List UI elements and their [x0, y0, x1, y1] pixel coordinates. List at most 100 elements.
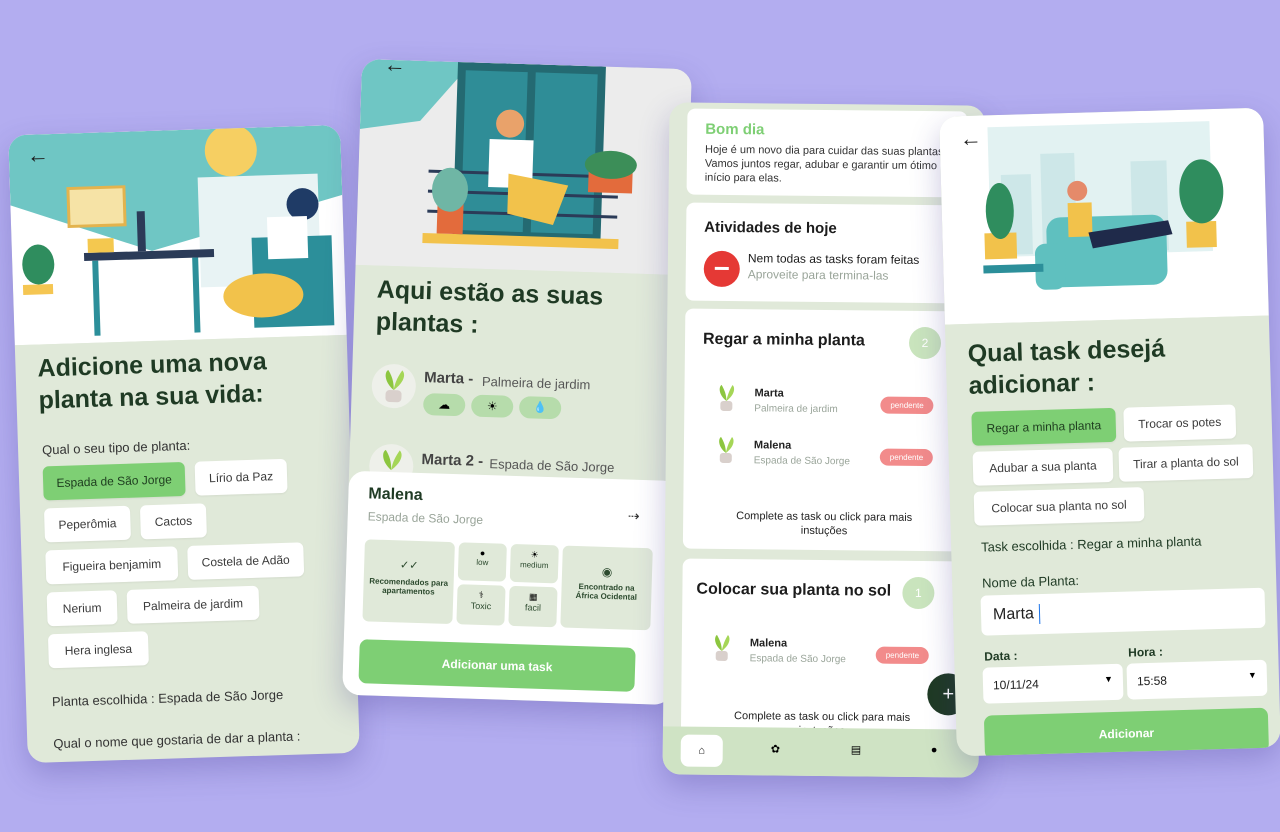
- plant-name-value: Marta: [992, 605, 1035, 624]
- plant-name: Marta 2 -: [421, 451, 484, 470]
- balcony-illustration: [355, 58, 692, 276]
- time-select[interactable]: 15:58 ▼: [1126, 659, 1268, 700]
- date-value: 10/11/24: [992, 677, 1040, 693]
- plant-species: Palmeira de jardim: [481, 373, 591, 393]
- task-plant-name: Marta: [754, 387, 784, 400]
- chip-nerium[interactable]: Nerium: [46, 590, 118, 627]
- add-task-button[interactable]: Adicionar uma task: [358, 639, 636, 692]
- task-title: Regar a minha planta: [702, 330, 865, 350]
- alert-subtitle: Aproveite para termina-las: [747, 267, 889, 283]
- task-plant-species: Palmeira de jardim: [754, 403, 838, 416]
- chevron-down-icon: ▼: [1247, 669, 1257, 681]
- task-plant-species: Espada de São Jorge: [749, 653, 846, 666]
- task-plant-name: Malena: [749, 637, 788, 650]
- recommended-text: Recomendados para apartamentos: [369, 576, 449, 597]
- greeting-text: Hoje é um novo dia para cuidar das suas …: [704, 143, 947, 185]
- info-origin: ◉ Encontrado na África Ocidental: [560, 545, 653, 631]
- bottom-nav: ⌂ ✿ ▤ ●: [662, 726, 979, 778]
- alert-title: Nem todas as tasks foram feitas: [747, 251, 920, 267]
- screen-add-plant: ← Adicione uma nova planta na sua vida: …: [8, 124, 360, 764]
- info-recommended: ✓✓ Recomendados para apartamentos: [362, 539, 455, 625]
- today-title: Atividades de hoje: [704, 218, 837, 238]
- potted-plant-icon: [719, 436, 734, 464]
- chip-lirio[interactable]: Lírio da Paz: [194, 458, 288, 496]
- date-select[interactable]: 10/11/24 ▼: [982, 663, 1124, 704]
- potted-plant-icon: [719, 384, 735, 412]
- status-badge: pendente: [880, 396, 934, 415]
- back-arrow-icon[interactable]: ←: [26, 142, 49, 168]
- info-difficulty: ▦ facil: [508, 585, 558, 628]
- screen-my-plants: ← Aqui estão as suas plantas : Marta - P…: [342, 58, 692, 706]
- screen-add-task: ← Qual task desejá adicionar : Regar a m…: [939, 107, 1280, 757]
- task-plant-species: Espada de São Jorge: [753, 455, 851, 468]
- task-count-badge: 2: [908, 326, 942, 360]
- page-title: Aqui estão as suas plantas :: [375, 275, 604, 339]
- plant-name-label: Nome da Planta:: [981, 572, 1080, 591]
- water-text: low: [476, 557, 489, 568]
- status-badge: pendente: [875, 646, 930, 665]
- task-card[interactable]: Colocar sua planta no sol 1 Malena Espad…: [680, 558, 963, 742]
- task-card[interactable]: Regar a minha planta 2 Marta Palmeira de…: [682, 308, 966, 552]
- reading-illustration: [939, 107, 1269, 325]
- task-title: Colocar sua planta no sol: [696, 580, 892, 600]
- workspace-illustration: [8, 124, 347, 346]
- chip-colocar[interactable]: Colocar sua planta no sol: [973, 487, 1145, 526]
- potted-plant-icon: [385, 369, 405, 403]
- today-activities-card: Atividades de hoje Nem todas as tasks fo…: [685, 202, 967, 304]
- chip-cactos[interactable]: Cactos: [139, 503, 207, 540]
- chip-figueira[interactable]: Figueira benjamim: [45, 546, 179, 585]
- difficulty-text: facil: [524, 602, 542, 613]
- chip-palmeira[interactable]: Palmeira de jardim: [126, 585, 260, 624]
- plant-detail-sheet: Malena Espada de São Jorge ⇢ ✓✓ Recomend…: [342, 470, 679, 706]
- chip-tirar[interactable]: Tirar a planta do sol: [1118, 444, 1254, 482]
- task-plant-name: Malena: [753, 439, 792, 452]
- check-icon: ✓✓: [399, 559, 419, 572]
- chip-espada[interactable]: Espada de São Jorge: [42, 461, 186, 501]
- chip-trocar[interactable]: Trocar os potes: [1123, 404, 1237, 442]
- task-footer: Complete as task ou click para mais inst…: [736, 510, 913, 538]
- greeting-card: Bom dia Hoje é um novo dia para cuidar d…: [686, 108, 968, 198]
- plant-avatar: [371, 363, 417, 409]
- origin-text: Encontrado na África Ocidental: [575, 582, 638, 602]
- submit-button[interactable]: Adicionar: [983, 707, 1269, 757]
- status-badge: pendente: [879, 448, 934, 467]
- chip-peperomia[interactable]: Peperômia: [43, 505, 131, 543]
- plant-name-question: Qual o nome que gostaria de dar a planta…: [53, 728, 301, 752]
- nav-leaf-icon[interactable]: ✿: [771, 742, 780, 755]
- alert-minus-icon: [703, 250, 740, 288]
- water-care-icon: 💧: [518, 396, 562, 420]
- chip-regar[interactable]: Regar a minha planta: [971, 407, 1117, 446]
- date-label: Data :: [984, 648, 1018, 664]
- chip-costela[interactable]: Costela de Adão: [187, 542, 305, 580]
- screen-home: Bom dia Hoje é um novo dia para cuidar d…: [662, 102, 986, 778]
- greeting-title: Bom dia: [705, 120, 765, 139]
- info-toxic: ⚕ Toxic: [456, 584, 506, 626]
- plant-type-label: Qual o seu tipo de planta:: [41, 437, 191, 458]
- info-sun: ☀ medium: [509, 543, 559, 584]
- sheet-plant-name: Malena: [368, 485, 423, 505]
- plant-name-input[interactable]: Marta: [980, 587, 1266, 636]
- plant-name: Marta -: [423, 369, 474, 388]
- plant-species: Espada de São Jorge: [489, 456, 615, 476]
- nav-home-icon[interactable]: ⌂: [680, 734, 723, 767]
- chevron-down-icon: ▼: [1103, 674, 1114, 685]
- time-value: 15:58: [1136, 673, 1168, 689]
- text-cursor: [1038, 604, 1041, 625]
- back-arrow-icon[interactable]: ←: [959, 125, 982, 151]
- chip-hera[interactable]: Hera inglesa: [47, 631, 149, 669]
- potted-plant-icon: [715, 634, 730, 661]
- cloud-care-icon: ☁: [422, 393, 466, 417]
- time-label: Hora :: [1127, 644, 1164, 660]
- back-arrow-icon[interactable]: ←: [384, 59, 407, 77]
- chip-adubar[interactable]: Adubar a sua planta: [972, 447, 1114, 486]
- chosen-plant-text: Planta escolhida : Espada de São Jorge: [51, 687, 284, 710]
- page-title: Qual task desejá adicionar :: [967, 334, 1166, 400]
- exit-icon[interactable]: ⇢: [628, 508, 640, 525]
- nav-profile-icon[interactable]: ●: [931, 744, 938, 756]
- chosen-task-text: Task escolhida : Regar a minha planta: [980, 533, 1202, 555]
- nav-list-icon[interactable]: ▤: [851, 743, 862, 756]
- page-title: Adicione uma nova planta na sua vida:: [37, 347, 268, 415]
- sun-text: medium: [519, 560, 549, 571]
- sun-care-icon: ☀: [470, 394, 514, 418]
- info-water: ● low: [457, 542, 507, 582]
